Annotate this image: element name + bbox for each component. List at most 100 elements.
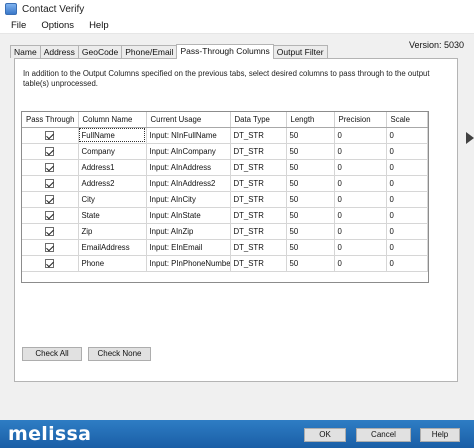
ok-button[interactable]: OK [304, 428, 346, 442]
menu-file[interactable]: File [11, 20, 26, 31]
precision-cell: 0 [334, 207, 387, 224]
header-precision[interactable]: Precision [334, 112, 387, 128]
header-column-name[interactable]: Column Name [78, 112, 147, 128]
tab-address[interactable]: Address [39, 45, 79, 58]
header-length[interactable]: Length [286, 112, 335, 128]
menu-options[interactable]: Options [41, 20, 74, 31]
tab-output-filter[interactable]: Output Filter [272, 45, 328, 58]
pass-through-cell[interactable] [22, 255, 79, 272]
title-bar: Contact Verify [0, 0, 474, 18]
column-name-cell: State [78, 207, 147, 224]
length-cell: 50 [286, 191, 335, 208]
scale-cell: 0 [386, 159, 428, 176]
length-cell: 50 [286, 223, 335, 240]
current-usage-cell: Input: PInPhoneNumber [146, 255, 231, 272]
checkbox-checked-icon[interactable] [45, 130, 55, 140]
column-name-cell: EmailAddress [78, 239, 147, 256]
length-cell: 50 [286, 239, 335, 256]
data-type-cell: DT_STR [230, 159, 287, 176]
pass-through-cell[interactable] [22, 159, 79, 176]
pass-through-cell[interactable] [22, 207, 79, 224]
table-header-row: Pass Through Column Name Current Usage D… [22, 112, 428, 128]
current-usage-cell: Input: EInEmail [146, 239, 231, 256]
pass-through-cell[interactable] [22, 175, 79, 192]
checkbox-checked-icon[interactable] [45, 210, 55, 220]
pass-through-cell[interactable] [22, 143, 79, 160]
checkbox-checked-icon[interactable] [45, 226, 55, 236]
table-row[interactable]: Phone Input: PInPhoneNumber DT_STR 50 0 … [22, 255, 428, 272]
precision-cell: 0 [334, 127, 387, 144]
length-cell: 50 [286, 207, 335, 224]
length-cell: 50 [286, 127, 335, 144]
precision-cell: 0 [334, 159, 387, 176]
checkbox-checked-icon[interactable] [45, 258, 55, 268]
table-row[interactable]: City Input: AInCity DT_STR 50 0 0 [22, 191, 428, 208]
pass-through-cell[interactable] [22, 191, 79, 208]
window-title: Contact Verify [22, 3, 85, 15]
column-name-cell: Address1 [78, 159, 147, 176]
current-usage-cell: Input: AInAddress2 [146, 175, 231, 192]
length-cell: 50 [286, 143, 335, 160]
table-row[interactable]: Zip Input: AInZip DT_STR 50 0 0 [22, 223, 428, 240]
column-name-cell: Zip [78, 223, 147, 240]
data-type-cell: DT_STR [230, 175, 287, 192]
table-row[interactable]: Address2 Input: AInAddress2 DT_STR 50 0 … [22, 175, 428, 192]
check-none-button[interactable]: Check None [88, 347, 151, 361]
precision-cell: 0 [334, 143, 387, 160]
current-usage-cell: Input: NInFullName [146, 127, 231, 144]
length-cell: 50 [286, 255, 335, 272]
cancel-button[interactable]: Cancel [356, 428, 411, 442]
data-type-cell: DT_STR [230, 239, 287, 256]
scale-cell: 0 [386, 223, 428, 240]
header-pass-through[interactable]: Pass Through [22, 112, 79, 128]
current-usage-cell: Input: AInAddress [146, 159, 231, 176]
column-name-cell: Address2 [78, 175, 147, 192]
table-row[interactable]: EmailAddress Input: EInEmail DT_STR 50 0… [22, 239, 428, 256]
current-usage-cell: Input: AInCompany [146, 143, 231, 160]
columns-grid: Pass Through Column Name Current Usage D… [21, 111, 429, 283]
dialog-client-area: Version: 5030 Name Address GeoCode Phone… [0, 34, 474, 448]
precision-cell: 0 [334, 191, 387, 208]
tab-pass-through-columns[interactable]: Pass-Through Columns [176, 44, 274, 59]
table-row[interactable]: Address1 Input: AInAddress DT_STR 50 0 0 [22, 159, 428, 176]
data-type-cell: DT_STR [230, 255, 287, 272]
scale-cell: 0 [386, 175, 428, 192]
column-name-cell[interactable]: FullName [78, 127, 147, 144]
check-all-button[interactable]: Check All [22, 347, 82, 361]
menu-help[interactable]: Help [89, 20, 109, 31]
checkbox-checked-icon[interactable] [45, 194, 55, 204]
app-icon [5, 3, 17, 15]
melissa-logo: melissa [8, 423, 92, 445]
checkbox-checked-icon[interactable] [45, 178, 55, 188]
tab-name[interactable]: Name [10, 45, 41, 58]
header-scale[interactable]: Scale [386, 112, 428, 128]
description-text: In addition to the Output Columns specif… [23, 69, 430, 88]
checkbox-checked-icon[interactable] [45, 242, 55, 252]
pass-through-cell[interactable] [22, 127, 79, 144]
table-row[interactable]: State Input: AInState DT_STR 50 0 0 [22, 207, 428, 224]
precision-cell: 0 [334, 239, 387, 256]
pass-through-cell[interactable] [22, 239, 79, 256]
table-row[interactable]: Company Input: AInCompany DT_STR 50 0 0 [22, 143, 428, 160]
help-button[interactable]: Help [420, 428, 460, 442]
version-label: Version: 5030 [408, 40, 464, 50]
precision-cell: 0 [334, 223, 387, 240]
footer-bar: melissa OK Cancel Help [0, 420, 474, 448]
tab-phone-email[interactable]: Phone/Email [121, 45, 178, 58]
checkbox-checked-icon[interactable] [45, 162, 55, 172]
pass-through-cell[interactable] [22, 223, 79, 240]
menu-bar: File Options Help [0, 18, 474, 34]
column-name-cell: Company [78, 143, 147, 160]
tab-strip: Name Address GeoCode Phone/Email Pass-Th… [10, 44, 328, 59]
precision-cell: 0 [334, 255, 387, 272]
columns-table: Pass Through Column Name Current Usage D… [22, 112, 428, 272]
header-data-type[interactable]: Data Type [230, 112, 287, 128]
checkbox-checked-icon[interactable] [45, 146, 55, 156]
current-usage-cell: Input: AInCity [146, 191, 231, 208]
header-current-usage[interactable]: Current Usage [146, 112, 231, 128]
scale-cell: 0 [386, 255, 428, 272]
table-row[interactable]: FullName Input: NInFullName DT_STR 50 0 … [22, 127, 428, 144]
tab-geocode[interactable]: GeoCode [77, 45, 123, 58]
mouse-pointer-icon [466, 132, 474, 144]
column-name-cell: City [78, 191, 147, 208]
